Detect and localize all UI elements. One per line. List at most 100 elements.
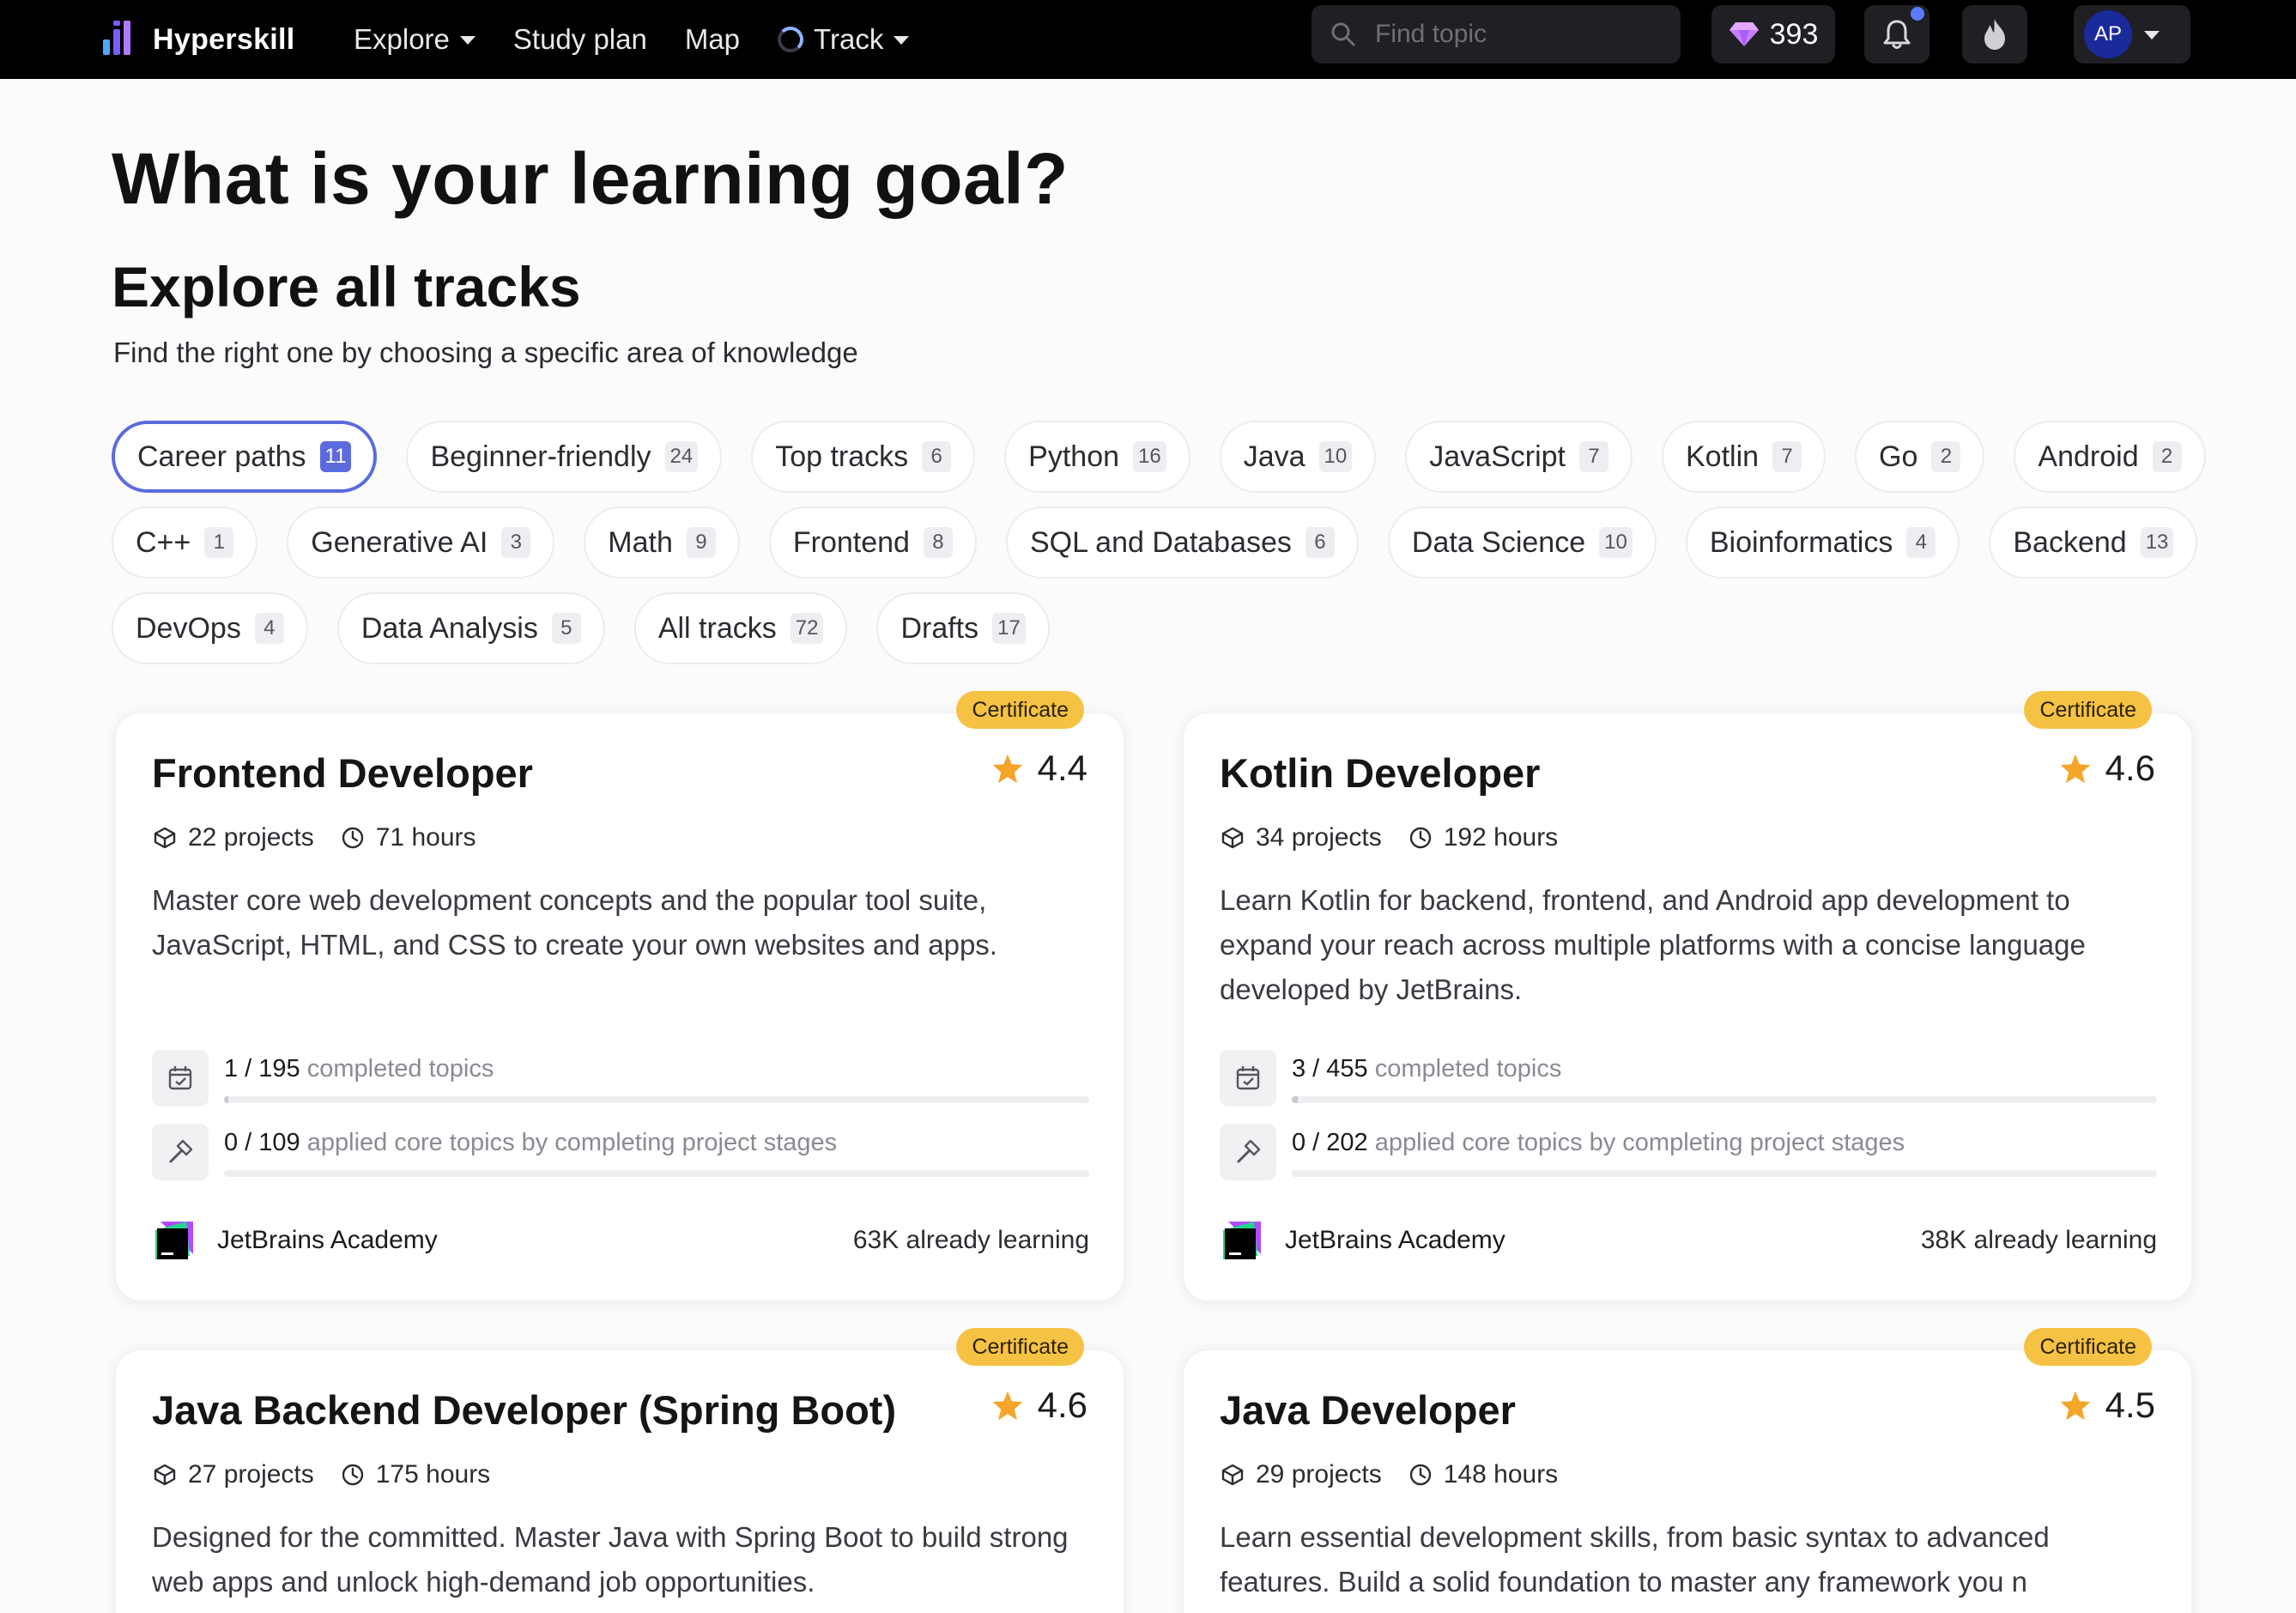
streak-button[interactable] <box>1962 5 2027 64</box>
filter-chip-go[interactable]: Go 2 <box>1855 421 1985 493</box>
filter-chip-label: DevOps <box>136 611 241 645</box>
track-card-java-backend-developer[interactable]: Certificate Java Backend Developer (Spri… <box>115 1328 1124 1613</box>
filter-chip-career-paths[interactable]: Career paths 11 <box>112 421 378 493</box>
filter-chip-devops[interactable]: DevOps 4 <box>112 592 308 664</box>
topics-calendar-icon <box>152 1050 209 1107</box>
track-rating: 4.6 <box>991 1385 1087 1426</box>
chevron-down-icon <box>894 36 910 45</box>
track-card-frontend-developer[interactable]: Certificate Frontend Developer 4.4 22 pr… <box>115 691 1124 1301</box>
filter-chip-count: 9 <box>686 527 716 558</box>
nav-study-plan[interactable]: Study plan <box>513 23 647 56</box>
track-description: Designed for the committed. Master Java … <box>152 1521 1069 1598</box>
search-input[interactable] <box>1375 20 1650 49</box>
applied-progress: 0 / 202 applied core topics by completin… <box>1220 1124 2157 1185</box>
filter-chip-backend[interactable]: Backend 13 <box>1989 506 2198 579</box>
hammer-icon <box>152 1124 209 1180</box>
projects-label: 34 projects <box>1256 823 1382 852</box>
applied-label: applied core topics by completing projec… <box>1374 1129 1905 1156</box>
track-footer: JetBrains Academy 63K already learning <box>152 1215 1089 1266</box>
star-icon <box>992 754 1022 784</box>
track-title: Java Backend Developer (Spring Boot) <box>152 1387 897 1433</box>
filter-chip-top-tracks[interactable]: Top tracks 6 <box>751 421 976 493</box>
nav-explore[interactable]: Explore <box>354 23 476 56</box>
applied-label: applied core topics by completing projec… <box>306 1129 838 1156</box>
filter-chip-generative-ai[interactable]: Generative AI 3 <box>287 506 555 579</box>
projects-count: 34 projects <box>1220 823 1382 852</box>
filter-chip-data-analysis[interactable]: Data Analysis 5 <box>336 592 605 664</box>
certificate-badge: Certificate <box>956 1328 1084 1366</box>
filter-chip-count: 24 <box>664 441 699 472</box>
section-title: Explore all tracks <box>112 255 581 318</box>
learners-count: 63K already learning <box>852 1226 1089 1254</box>
filter-chip-sql-and-databases[interactable]: SQL and Databases 6 <box>1005 506 1359 579</box>
filter-chip-frontend[interactable]: Frontend 8 <box>768 506 977 579</box>
provider-name: JetBrains Academy <box>1285 1226 1505 1254</box>
provider: JetBrains Academy <box>1220 1218 1505 1263</box>
filter-chip-label: Android <box>2038 440 2139 473</box>
certificate-badge: Certificate <box>2024 691 2152 729</box>
track-card-kotlin-developer[interactable]: Certificate Kotlin Developer 4.6 34 proj… <box>1183 691 2192 1301</box>
hyperskill-logo-icon <box>103 21 137 58</box>
notification-dot <box>1911 7 1924 21</box>
filter-chip-count: 72 <box>790 613 824 644</box>
filter-chip-bioinformatics[interactable]: Bioinformatics 4 <box>1685 506 1960 579</box>
projects-label: 27 projects <box>188 1460 314 1489</box>
nav-explore-label: Explore <box>354 23 450 55</box>
filter-chip-java[interactable]: Java 10 <box>1219 421 1377 493</box>
filter-chip-math[interactable]: Math 9 <box>584 506 740 579</box>
brand-logo-link[interactable]: Hyperskill <box>103 15 295 64</box>
applied-done: 0 / 109 <box>224 1129 300 1156</box>
clock-icon <box>342 1464 363 1486</box>
filter-chip-javascript[interactable]: JavaScript 7 <box>1405 421 1633 493</box>
star-icon <box>2060 754 2090 784</box>
filter-chip-label: Python <box>1028 440 1120 473</box>
gems-button[interactable]: 393 <box>1711 5 1835 64</box>
track-meta: 27 projects 175 hours <box>152 1460 490 1489</box>
topics-progress-text: 1 / 195 completed topics <box>224 1055 494 1083</box>
topics-label: completed topics <box>306 1055 494 1082</box>
filter-chip-label: Generative AI <box>311 525 488 559</box>
filter-chip-data-science[interactable]: Data Science 10 <box>1387 506 1657 579</box>
avatar: AP <box>2084 10 2132 58</box>
hours-count: 148 hours <box>1408 1460 1558 1489</box>
filter-chip-cpp[interactable]: C++ 1 <box>112 506 258 579</box>
rating-value: 4.6 <box>2105 748 2155 788</box>
projects-count: 27 projects <box>152 1460 314 1489</box>
filter-chip-kotlin[interactable]: Kotlin 7 <box>1661 421 1827 493</box>
filter-chip-count: 3 <box>501 527 531 558</box>
filter-chip-label: Kotlin <box>1685 440 1760 473</box>
notifications-button[interactable] <box>1864 5 1929 64</box>
clock-icon <box>1409 1464 1431 1486</box>
track-card-java-developer[interactable]: Certificate Java Developer 4.5 29 projec… <box>1183 1328 2192 1613</box>
filter-chip-drafts[interactable]: Drafts 17 <box>876 592 1050 664</box>
hours-count: 71 hours <box>340 823 476 852</box>
certificate-badge: Certificate <box>2024 1328 2152 1366</box>
filter-chip-label: Beginner-friendly <box>430 440 651 473</box>
flame-icon <box>1984 19 2005 50</box>
nav-map-label: Map <box>684 23 741 55</box>
track-progress-ring-icon <box>778 27 804 52</box>
filter-chip-count: 5 <box>551 613 581 644</box>
filter-chip-all-tracks[interactable]: All tracks 72 <box>633 592 848 664</box>
user-menu-button[interactable]: AP <box>2074 5 2190 64</box>
search-box <box>1312 5 1681 64</box>
filter-chip-android[interactable]: Android 2 <box>2014 421 2206 493</box>
filter-chip-label: Java <box>1243 440 1306 473</box>
chevron-down-icon <box>459 36 476 45</box>
nav-track[interactable]: Track <box>778 23 910 56</box>
applied-progress-bar <box>224 1170 1089 1177</box>
nav-map[interactable]: Map <box>685 23 740 56</box>
rating-value: 4.4 <box>1037 748 1087 788</box>
track-rating: 4.4 <box>991 748 1087 789</box>
filter-chip-beginner-friendly[interactable]: Beginner-friendly 24 <box>406 421 723 493</box>
brand-name: Hyperskill <box>153 22 295 56</box>
jetbrains-academy-logo-icon <box>1220 1218 1264 1263</box>
chevron-down-icon <box>2144 31 2160 39</box>
track-title: Java Developer <box>1220 1387 1516 1433</box>
nav-track-label: Track <box>814 23 884 55</box>
rating-value: 4.5 <box>2105 1385 2155 1425</box>
hours-label: 71 hours <box>375 823 476 852</box>
gem-icon <box>1729 22 1759 46</box>
filter-chip-count: 10 <box>1599 527 1633 558</box>
filter-chip-python[interactable]: Python 16 <box>1004 421 1190 493</box>
